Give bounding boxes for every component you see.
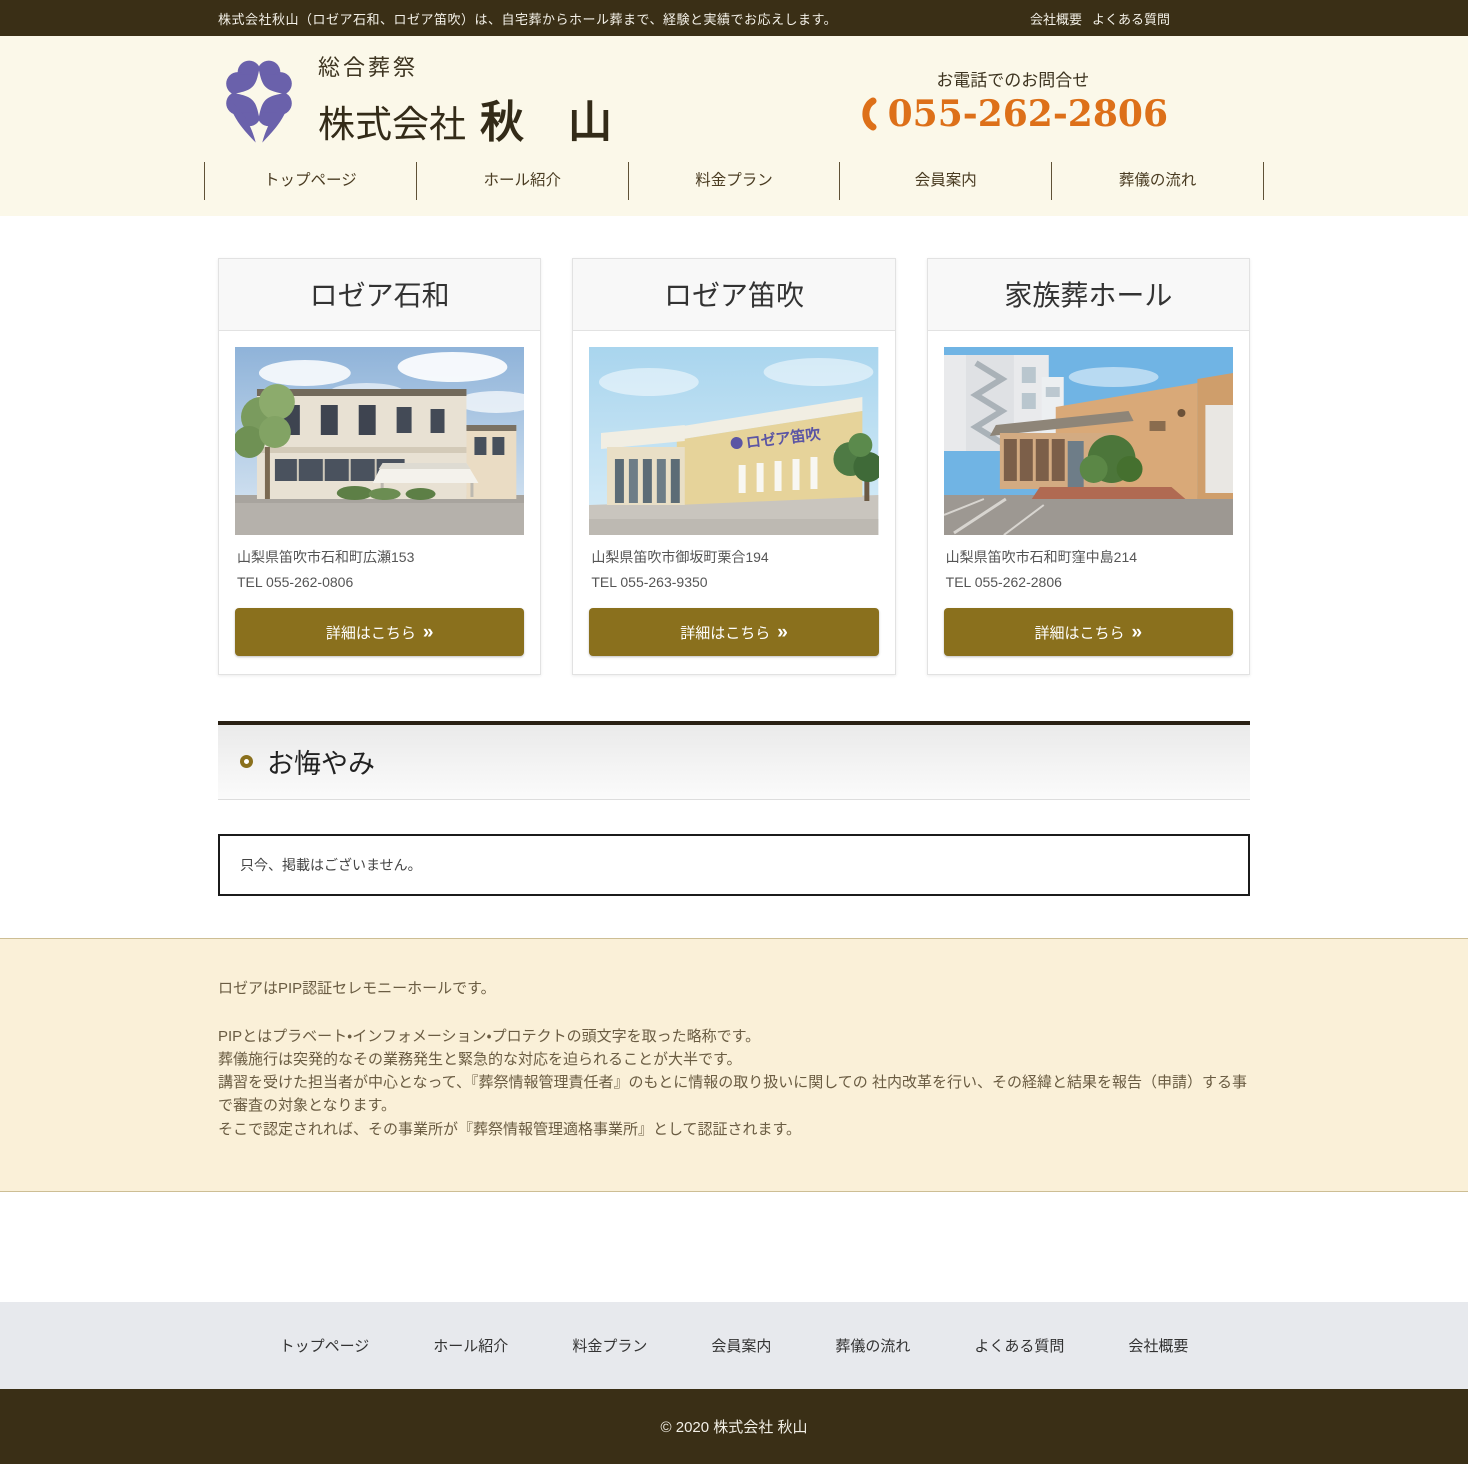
- hall-photo-family-hall: [944, 347, 1233, 535]
- hall-address: 山梨県笛吹市御坂町栗合194: [591, 545, 876, 570]
- hall-address-block: 山梨県笛吹市石和町窪中島214 TEL 055-262-2806: [946, 545, 1231, 595]
- hall-address-block: 山梨県笛吹市御坂町栗合194 TEL 055-263-9350: [591, 545, 876, 595]
- phone-number-text: 055-262-2806: [888, 93, 1168, 135]
- nav-item-hall-intro[interactable]: ホール紹介: [416, 162, 628, 200]
- hall-card-family-hall: 家族葬ホール: [927, 258, 1250, 675]
- logo-flower-icon: [218, 52, 300, 148]
- detail-button-label: 詳細はこちら: [680, 622, 770, 643]
- brand-subtitle: 総合葬祭: [318, 50, 612, 82]
- footer-link-hall-intro[interactable]: ホール紹介: [433, 1335, 508, 1356]
- hall-title: 家族葬ホール: [928, 259, 1249, 331]
- obituary-empty-notice: 只今、掲載はございません。: [218, 834, 1250, 896]
- detail-button-label: 詳細はこちら: [326, 622, 416, 643]
- hall-card-rosea-fuefuki: ロゼア笛吹 ロゼア笛吹: [572, 258, 895, 675]
- brand-text: 総合葬祭 株式会社秋 山: [318, 50, 612, 150]
- double-chevron-icon: »: [423, 623, 434, 642]
- hall-photo-rosea-isawa: [235, 347, 524, 535]
- footer-navigation: トップページ ホール紹介 料金プラン 会員案内 葬儀の流れ よくある質問 会社概…: [0, 1302, 1468, 1389]
- detail-button-rosea-isawa[interactable]: 詳細はこちら »: [235, 608, 524, 656]
- phone-number-link[interactable]: 055-262-2806: [858, 93, 1168, 135]
- nav-item-top-page[interactable]: トップページ: [204, 162, 416, 200]
- pip-text-line: 葬儀施行は突発的なその業務発生と緊急的な対応を迫られることが大半です。: [218, 1048, 1250, 1071]
- company-name: 秋 山: [480, 97, 612, 148]
- hall-title: ロゼア石和: [219, 259, 540, 331]
- footer-link-company-overview[interactable]: 会社概要: [1128, 1335, 1188, 1356]
- pip-text-line: PIPとはプラベート・インフォメーション・プロテクトの頭文字を取った略称です。: [218, 1025, 1250, 1048]
- hall-photo-rosea-fuefuki: ロゼア笛吹: [589, 347, 878, 535]
- footer-link-top-page[interactable]: トップページ: [280, 1335, 370, 1356]
- ring-bullet-icon: [240, 755, 253, 768]
- hall-address-block: 山梨県笛吹市石和町広瀬153 TEL 055-262-0806: [237, 545, 522, 595]
- double-chevron-icon: »: [777, 623, 788, 642]
- nav-item-price-plan[interactable]: 料金プラン: [628, 162, 840, 200]
- obituary-section: お悔やみ 只今、掲載はございません。: [218, 721, 1250, 896]
- copyright-text: © 2020 株式会社 秋山: [0, 1389, 1468, 1464]
- topbar-links: 会社概要 よくある質問: [1030, 9, 1170, 28]
- double-chevron-icon: »: [1132, 623, 1143, 642]
- pip-lead-text: ロゼアはPIP認証セレモニーホールです。: [218, 977, 1250, 1000]
- footer-link-membership[interactable]: 会員案内: [711, 1335, 771, 1356]
- hall-tel: TEL 055-262-0806: [237, 570, 522, 595]
- footer-link-price-plan[interactable]: 料金プラン: [572, 1335, 647, 1356]
- pip-text-line: 講習を受けた担当者が中心となって、『葬祭情報管理責任者』のもとに情報の取り扱いに…: [218, 1071, 1250, 1118]
- detail-button-label: 詳細はこちら: [1035, 622, 1125, 643]
- topbar-link-company-overview[interactable]: 会社概要: [1030, 9, 1082, 28]
- topbar-link-faq[interactable]: よくある質問: [1092, 9, 1170, 28]
- obituary-heading: お悔やみ: [267, 742, 375, 781]
- hall-cards: ロゼア石和: [218, 216, 1250, 675]
- hall-address: 山梨県笛吹市石和町窪中島214: [946, 545, 1231, 570]
- header: 総合葬祭 株式会社秋 山 お電話でのお問合せ 055-262-2806 トップペ…: [0, 36, 1468, 216]
- detail-button-family-hall[interactable]: 詳細はこちら »: [944, 608, 1233, 656]
- main-content: ロゼア石和: [0, 216, 1468, 896]
- hall-address: 山梨県笛吹市石和町広瀬153: [237, 545, 522, 570]
- hall-tel: TEL 055-262-2806: [946, 570, 1231, 595]
- obituary-header: お悔やみ: [218, 721, 1250, 800]
- topbar: 株式会社秋山（ロゼア石和、ロゼア笛吹）は、自宅葬からホール葬まで、経験と実績でお…: [0, 0, 1468, 36]
- site-tagline: 株式会社秋山（ロゼア石和、ロゼア笛吹）は、自宅葬からホール葬まで、経験と実績でお…: [218, 9, 837, 28]
- brand-title: 株式会社秋 山: [318, 86, 612, 150]
- phone-contact-label: お電話でのお問合せ: [858, 66, 1168, 91]
- main-navigation: トップページ ホール紹介 料金プラン 会員案内 葬儀の流れ: [204, 156, 1264, 216]
- hall-card-rosea-isawa: ロゼア石和: [218, 258, 541, 675]
- phone-icon: [858, 97, 878, 131]
- footer-link-funeral-flow[interactable]: 葬儀の流れ: [835, 1335, 910, 1356]
- hall-title: ロゼア笛吹: [573, 259, 894, 331]
- phone-contact-block: お電話でのお問合せ 055-262-2806: [858, 66, 1168, 135]
- nav-item-membership[interactable]: 会員案内: [839, 162, 1051, 200]
- footer: トップページ ホール紹介 料金プラン 会員案内 葬儀の流れ よくある質問 会社概…: [0, 1302, 1468, 1464]
- detail-button-rosea-fuefuki[interactable]: 詳細はこちら »: [589, 608, 878, 656]
- pip-certification-section: ロゼアはPIP認証セレモニーホールです。 PIPとはプラベート・インフォメーショ…: [0, 938, 1468, 1192]
- hall-tel: TEL 055-263-9350: [591, 570, 876, 595]
- brand-logo-link[interactable]: 総合葬祭 株式会社秋 山: [218, 50, 612, 150]
- pip-text-line: そこで認定されれば、その事業所が『葬祭情報管理適格事業所』として認証されます。: [218, 1118, 1250, 1141]
- company-type: 株式会社: [318, 103, 466, 146]
- nav-item-funeral-flow[interactable]: 葬儀の流れ: [1051, 162, 1264, 200]
- footer-link-faq[interactable]: よくある質問: [974, 1335, 1064, 1356]
